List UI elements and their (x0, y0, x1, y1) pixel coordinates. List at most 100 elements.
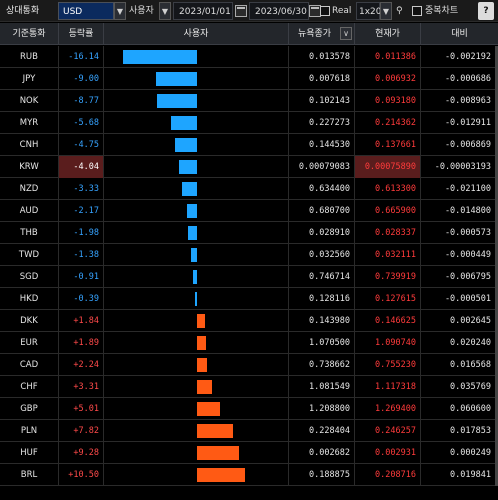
ny-close-cell: 0.738662 (289, 354, 355, 376)
current-price-cell: 0.739919 (355, 266, 421, 288)
base-currency-dropdown-icon[interactable]: ▼ (114, 2, 126, 20)
table-row[interactable]: HKD -0.39 0.128116 0.127615 -0.000501 (0, 288, 498, 310)
current-price-cell: 0.208716 (355, 464, 421, 486)
rate-cell: +1.89 (59, 332, 104, 354)
current-price-cell: 0.613300 (355, 178, 421, 200)
table-row[interactable]: KRW -4.04 0.00079083 0.00075890 -0.00003193 (0, 156, 498, 178)
currency-cell: JPY (0, 68, 59, 90)
table-row[interactable]: HUF +9.28 0.002682 0.002931 0.000249 (0, 442, 498, 464)
currency-cell: HKD (0, 288, 59, 310)
table-row[interactable]: GBP +5.01 1.208800 1.269400 0.060600 (0, 398, 498, 420)
col-header-current[interactable]: 현재가 (355, 23, 421, 45)
scale-select[interactable]: 1x20 (356, 2, 382, 20)
rate-bar-cell (104, 310, 289, 332)
end-date-input[interactable]: 2023/06/30 (249, 2, 309, 20)
position-icon[interactable]: ⚲ (396, 2, 410, 20)
col-header-ny-close[interactable]: 뉴욕종가 ∨ (289, 23, 355, 45)
rate-bar (187, 204, 197, 218)
current-price-cell: 0.093180 (355, 90, 421, 112)
change-cell: 0.017853 (421, 420, 496, 442)
table-row[interactable]: CHF +3.31 1.081549 1.117318 0.035769 (0, 376, 498, 398)
currency-cell: NOK (0, 90, 59, 112)
rate-cell: -0.91 (59, 266, 104, 288)
rate-cell: +9.28 (59, 442, 104, 464)
current-price-cell: 0.246257 (355, 420, 421, 442)
rate-bar-cell (104, 464, 289, 486)
rate-bar (188, 226, 197, 240)
currency-cell: KRW (0, 156, 59, 178)
table-row[interactable]: AUD -2.17 0.680700 0.665900 -0.014800 (0, 200, 498, 222)
rate-bar (193, 270, 197, 284)
currency-cell: MYR (0, 112, 59, 134)
change-cell: 0.002645 (421, 310, 496, 332)
table-row[interactable]: DKK +1.84 0.143980 0.146625 0.002645 (0, 310, 498, 332)
col-header-currency[interactable]: 기준통화 (0, 23, 59, 45)
rate-cell: -4.75 (59, 134, 104, 156)
change-cell: -0.000573 (421, 222, 496, 244)
table-row[interactable]: EUR +1.89 1.070500 1.090740 0.020240 (0, 332, 498, 354)
overlay-checkbox[interactable] (412, 6, 422, 16)
ny-close-cell: 0.634400 (289, 178, 355, 200)
table-row[interactable]: TWD -1.38 0.032560 0.032111 -0.000449 (0, 244, 498, 266)
change-cell: 0.016568 (421, 354, 496, 376)
rate-cell: +1.84 (59, 310, 104, 332)
ny-close-cell: 0.028910 (289, 222, 355, 244)
rate-bar (175, 138, 197, 152)
change-cell: -0.000686 (421, 68, 496, 90)
rate-bar-cell (104, 354, 289, 376)
rate-cell: -0.39 (59, 288, 104, 310)
rate-cell: -2.17 (59, 200, 104, 222)
help-button[interactable]: ? (478, 2, 494, 20)
rate-bar (197, 314, 205, 328)
rate-bar (179, 160, 197, 174)
table-row[interactable]: JPY -9.00 0.007618 0.006932 -0.000686 (0, 68, 498, 90)
rate-bar (156, 72, 197, 86)
table-row[interactable]: PLN +7.82 0.228404 0.246257 0.017853 (0, 420, 498, 442)
currency-cell: EUR (0, 332, 59, 354)
start-calendar-icon[interactable] (235, 5, 247, 17)
rate-bar-cell (104, 134, 289, 156)
change-cell: -0.008963 (421, 90, 496, 112)
rate-cell: +2.24 (59, 354, 104, 376)
real-checkbox[interactable] (320, 6, 330, 16)
col-header-change[interactable]: 대비 (421, 23, 498, 45)
col-header-chart[interactable]: 사용자 (104, 23, 289, 45)
ny-close-cell: 0.102143 (289, 90, 355, 112)
currency-cell: PLN (0, 420, 59, 442)
table-row[interactable]: NZD -3.33 0.634400 0.613300 -0.021100 (0, 178, 498, 200)
toolbar: 상대통화 USD ▼ 사용자 ▼ 2023/01/01 2023/06/30 R… (0, 0, 498, 22)
change-cell: 0.019841 (421, 464, 496, 486)
change-cell: 0.020240 (421, 332, 496, 354)
base-currency-select[interactable]: USD (58, 2, 114, 20)
ny-close-cell: 0.188875 (289, 464, 355, 486)
table-row[interactable]: RUB -16.14 0.013578 0.011386 -0.002192 (0, 46, 498, 68)
ny-close-cell: 0.143980 (289, 310, 355, 332)
toolbar-title: 상대통화 (6, 6, 40, 16)
table-row[interactable]: SGD -0.91 0.746714 0.739919 -0.006795 (0, 266, 498, 288)
mode-dropdown-icon[interactable]: ▼ (159, 2, 171, 20)
rate-bar (157, 94, 197, 108)
start-date-input[interactable]: 2023/01/01 (173, 2, 233, 20)
chevron-down-icon[interactable]: ∨ (340, 27, 352, 40)
rate-bar-cell (104, 266, 289, 288)
ny-close-cell: 0.00079083 (289, 156, 355, 178)
table-row[interactable]: THB -1.98 0.028910 0.028337 -0.000573 (0, 222, 498, 244)
rate-bar-cell (104, 222, 289, 244)
rate-cell: -8.77 (59, 90, 104, 112)
currency-cell: RUB (0, 46, 59, 68)
table-row[interactable]: BRL +10.50 0.188875 0.208716 0.019841 (0, 464, 498, 486)
table-row[interactable]: MYR -5.68 0.227273 0.214362 -0.012911 (0, 112, 498, 134)
table-row[interactable]: CAD +2.24 0.738662 0.755230 0.016568 (0, 354, 498, 376)
change-cell: 0.000249 (421, 442, 496, 464)
table-row[interactable]: NOK -8.77 0.102143 0.093180 -0.008963 (0, 90, 498, 112)
table-row[interactable]: CNH -4.75 0.144530 0.137661 -0.006869 (0, 134, 498, 156)
col-header-rate[interactable]: 등락률 (59, 23, 104, 45)
rate-cell: -1.98 (59, 222, 104, 244)
ny-close-cell: 0.013578 (289, 46, 355, 68)
overlay-label: 중복차트 (425, 6, 459, 16)
currency-cell: CHF (0, 376, 59, 398)
scale-dropdown-icon[interactable]: ▼ (380, 2, 392, 20)
ny-close-cell: 0.007618 (289, 68, 355, 90)
rate-bar (197, 380, 212, 394)
ny-close-cell: 0.227273 (289, 112, 355, 134)
